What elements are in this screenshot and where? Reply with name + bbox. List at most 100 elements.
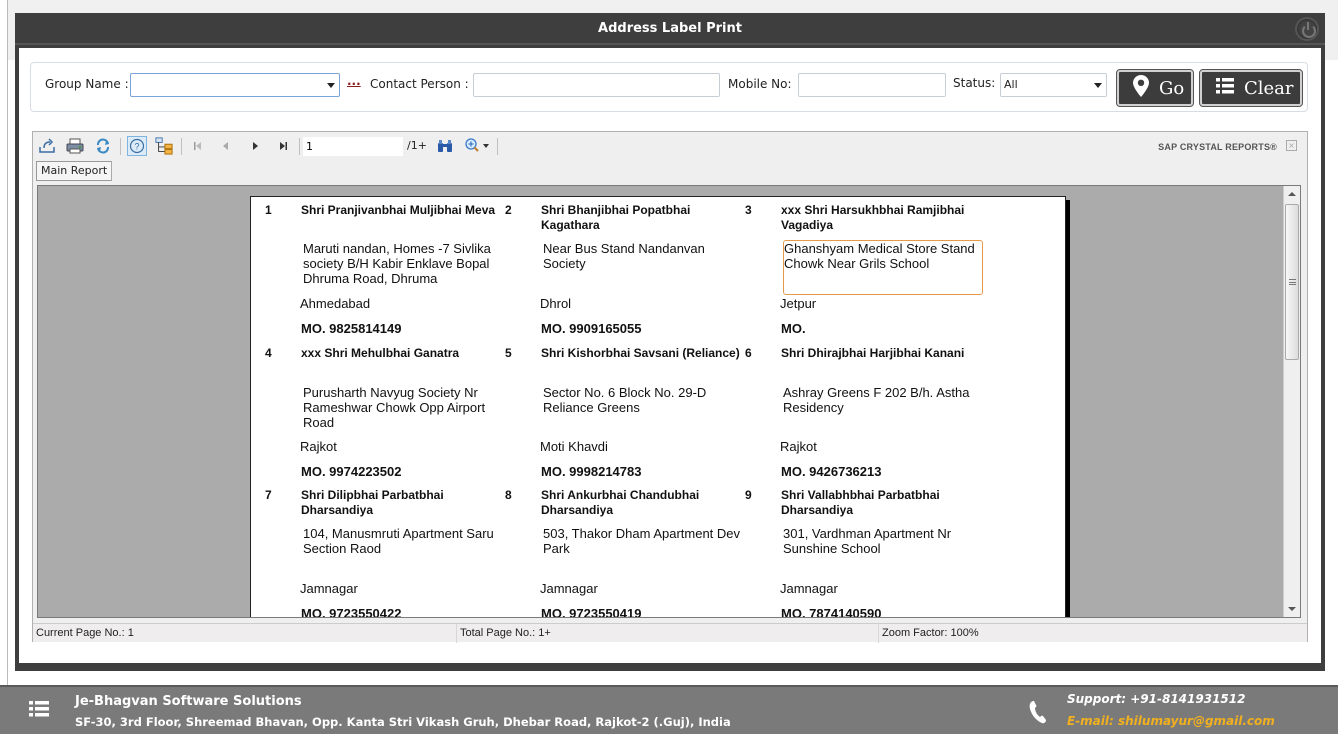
label-city: Jetpur: [780, 296, 817, 311]
label-number: 2: [505, 203, 512, 217]
toolbar-separator: [497, 138, 498, 155]
scroll-up-icon[interactable]: [1288, 192, 1296, 196]
print-icon[interactable]: [66, 137, 84, 155]
status-value: All: [1004, 78, 1018, 91]
group-browse-link[interactable]: ...: [347, 74, 361, 88]
go-label: Go: [1159, 77, 1185, 99]
last-page-icon[interactable]: [274, 137, 292, 155]
label-number: 4: [265, 346, 272, 360]
label-mobile: MO. 9909165055: [541, 321, 642, 336]
label-name: Shri Dhirajbhai Harjibhai Kanani: [781, 346, 965, 360]
label-address: Ghanshyam Medical Store Stand Chowk Near…: [783, 240, 983, 295]
page-number-input[interactable]: 1: [303, 137, 403, 156]
label-number: 7: [265, 488, 272, 502]
tab-separator: [111, 161, 112, 181]
label-number: 8: [505, 488, 512, 502]
contact-person-input[interactable]: [473, 73, 720, 97]
close-icon[interactable]: ×: [1286, 140, 1297, 151]
label-mobile: MO. 7874140590: [781, 606, 882, 618]
scroll-down-icon[interactable]: [1288, 607, 1296, 611]
report-page: 1 Shri Pranjivanbhai Muljibhai Meva Maruti…: [250, 196, 1066, 618]
mobile-no-input[interactable]: [798, 73, 946, 97]
label-city: Rajkot: [780, 439, 817, 454]
mobile-no-label: Mobile No:: [728, 77, 792, 91]
support-email[interactable]: E-mail: shilumayur@gmail.com: [1067, 714, 1275, 728]
chevron-down-icon: [1094, 83, 1102, 88]
support-phone: Support: +91-8141931512: [1067, 692, 1246, 706]
map-pin-icon: [1133, 74, 1149, 102]
zoom-icon[interactable]: [463, 137, 493, 155]
address-label: 2 Shri Bhanjibhai Popatbhai Kagathara Near…: [491, 197, 731, 340]
prev-page-icon[interactable]: [217, 137, 235, 155]
label-name: Shri Ankurbhai Chandubhai Dharsandiya: [541, 488, 700, 517]
dialog-body: Group Name : ... Contact Person : Mobile…: [19, 48, 1321, 663]
address-label: 3 xxx Shri Harsukhbhai Ramjibhai Vagadiya…: [731, 197, 983, 340]
crystal-report-viewer: ? 1 /1+ SAP CRYSTAL REPORTS® × Main Repo…: [32, 131, 1308, 643]
vertical-scrollbar[interactable]: [1283, 186, 1300, 617]
filter-bar: Group Name : ... Contact Person : Mobile…: [30, 62, 1308, 112]
tab-main-report[interactable]: Main Report: [36, 161, 113, 181]
sap-crystal-reports-brand: SAP CRYSTAL REPORTS®: [1158, 142, 1277, 152]
address-label: 8 Shri Ankurbhai Chandubhai Dharsandiya 50…: [491, 482, 740, 617]
address-label: 9 Shri Vallabhbhai Parbatbhai Dharsandiya…: [731, 482, 971, 618]
label-address: Maruti nandan, Homes -7 Sivlika society …: [303, 241, 491, 286]
viewer-statusbar: Current Page No.: 1 Total Page No.: 1+ Z…: [33, 623, 1307, 643]
label-mobile: MO. 9998214783: [541, 464, 642, 479]
label-name: xxx Shri Mehulbhai Ganatra: [301, 346, 460, 360]
label-city: Rajkot: [300, 439, 337, 454]
first-page-icon[interactable]: [189, 137, 207, 155]
background-window-edge: [0, 0, 8, 690]
dialog-title: Address Label Print: [15, 13, 1325, 45]
address-label-print-dialog: Address Label Print Group Name : ... Con…: [15, 13, 1325, 671]
find-icon[interactable]: [436, 137, 454, 155]
address-label: 4 xxx Shri Mehulbhai Ganatra Purusharth Na…: [251, 340, 491, 483]
address-label: 7 Shri Dilipbhai Parbatbhai Dharsandiya 10…: [251, 482, 494, 618]
scroll-thumb[interactable]: [1285, 204, 1299, 360]
label-address: Near Bus Stand Nandanvan Society: [543, 241, 705, 271]
label-city: Jamnagar: [780, 581, 838, 596]
label-mobile: MO.: [781, 321, 806, 336]
total-page-status: Total Page No.: 1+: [457, 624, 879, 643]
label-address: Sector No. 6 Block No. 29-D Reliance Gre…: [543, 385, 707, 415]
svg-text:?: ?: [134, 142, 139, 152]
label-city: Dhrol: [540, 296, 572, 311]
report-canvas: 1 Shri Pranjivanbhai Muljibhai Meva Maruti…: [37, 185, 1301, 618]
label-city: Jamnagar: [300, 581, 358, 596]
chevron-down-icon: [327, 83, 335, 88]
toolbar-separator: [299, 138, 300, 155]
clear-button[interactable]: Clear: [1199, 69, 1303, 107]
go-button[interactable]: Go: [1116, 69, 1194, 107]
label-number: 1: [265, 203, 272, 217]
group-name-select[interactable]: [130, 73, 340, 97]
label-address: 301, Vardhman Apartment Nr Sunshine Scho…: [783, 526, 952, 556]
list-icon: [1216, 77, 1234, 99]
next-page-icon[interactable]: [246, 137, 264, 155]
menu-icon[interactable]: [29, 701, 49, 721]
label-number: 9: [745, 488, 752, 502]
label-number: 5: [505, 346, 512, 360]
label-mobile: MO. 9825814149: [301, 321, 402, 336]
label-city: Moti Khavdi: [540, 439, 608, 454]
refresh-icon[interactable]: [94, 137, 112, 155]
power-close-icon[interactable]: [1295, 17, 1319, 41]
label-city: Ahmedabad: [300, 296, 371, 311]
status-select[interactable]: All: [1000, 73, 1107, 97]
zoom-factor-status: Zoom Factor: 100%: [882, 627, 979, 639]
label-address: Purusharth Navyug Society Nr Rameshwar C…: [303, 385, 486, 430]
label-mobile: MO. 9723550422: [301, 606, 402, 618]
toolbar-separator: [181, 138, 182, 155]
label-address: 104, Manusmruti Apartment Saru Section R…: [303, 526, 494, 556]
toolbar-separator: [120, 138, 121, 155]
company-address: SF-30, 3rd Floor, Shreemad Bhavan, Opp. …: [75, 715, 731, 729]
label-number: 3: [745, 203, 752, 217]
group-tree-icon[interactable]: [155, 137, 173, 155]
group-name-label: Group Name :: [45, 77, 129, 91]
help-icon[interactable]: ?: [127, 136, 147, 156]
clear-label: Clear: [1244, 77, 1294, 99]
label-city: Jamnagar: [540, 581, 598, 596]
contact-person-label: Contact Person :: [370, 77, 469, 91]
label-name: Shri Bhanjibhai Popatbhai Kagathara: [541, 203, 691, 232]
label-name: Shri Dilipbhai Parbatbhai Dharsandiya: [301, 488, 444, 517]
export-icon[interactable]: [38, 137, 56, 155]
address-label: 6 Shri Dhirajbhai Harjibhai Kanani Ashray …: [731, 340, 971, 483]
